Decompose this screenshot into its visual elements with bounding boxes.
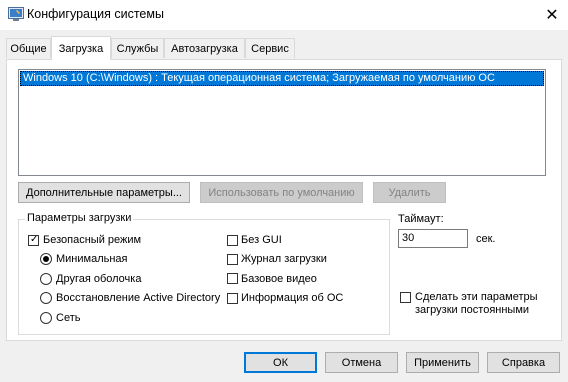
tab-tools[interactable]: Сервис bbox=[245, 38, 295, 58]
base-video-checkbox[interactable] bbox=[227, 273, 238, 284]
set-default-button[interactable]: Использовать по умолчанию bbox=[200, 182, 363, 203]
radio-alternate-shell[interactable] bbox=[40, 273, 52, 285]
radio-minimal-label: Минимальная bbox=[56, 253, 128, 265]
system-config-app-icon bbox=[8, 7, 24, 22]
timeout-input[interactable]: 30 bbox=[398, 229, 468, 248]
tab-general[interactable]: Общие bbox=[6, 38, 51, 58]
radio-ad-repair-label: Восстановление Active Directory bbox=[56, 292, 221, 304]
safe-boot-checkbox[interactable]: ✓ bbox=[28, 235, 39, 246]
timeout-unit: сек. bbox=[476, 233, 496, 245]
no-gui-checkbox[interactable] bbox=[227, 235, 238, 246]
make-permanent-label-line2: загрузки постоянными bbox=[415, 304, 530, 316]
checkmark-icon: ✓ bbox=[30, 234, 39, 245]
help-button[interactable]: Справка bbox=[487, 352, 560, 373]
ok-button[interactable]: ОК bbox=[244, 352, 317, 373]
apply-button[interactable]: Применить bbox=[406, 352, 479, 373]
window-title: Конфигурация системы bbox=[27, 7, 164, 21]
no-gui-label: Без GUI bbox=[241, 234, 282, 246]
cancel-button[interactable]: Отмена bbox=[325, 352, 398, 373]
make-permanent-label-line1: Сделать эти параметры bbox=[415, 291, 538, 303]
tab-startup[interactable]: Автозагрузка bbox=[164, 38, 245, 58]
radio-minimal[interactable] bbox=[40, 253, 52, 265]
radio-network-label: Сеть bbox=[56, 312, 81, 324]
boot-log-label: Журнал загрузки bbox=[241, 253, 327, 265]
make-permanent-checkbox[interactable] bbox=[400, 292, 411, 303]
close-icon[interactable]: ✕ bbox=[536, 0, 568, 30]
radio-ad-repair[interactable] bbox=[40, 292, 52, 304]
os-boot-info-checkbox[interactable] bbox=[227, 293, 238, 304]
os-boot-info-label: Информация об ОС bbox=[241, 292, 344, 304]
radio-alternate-shell-label: Другая оболочка bbox=[56, 273, 142, 285]
os-list-item[interactable]: Windows 10 (C:\Windows) : Текущая операц… bbox=[20, 71, 544, 86]
boot-options-group-label: Параметры загрузки bbox=[25, 212, 134, 224]
advanced-options-button[interactable]: Дополнительные параметры... bbox=[18, 182, 190, 203]
timeout-label: Таймаут: bbox=[398, 213, 444, 225]
safe-boot-label: Безопасный режим bbox=[43, 234, 142, 246]
boot-log-checkbox[interactable] bbox=[227, 254, 238, 265]
tab-boot[interactable]: Загрузка bbox=[51, 36, 111, 60]
radio-network[interactable] bbox=[40, 312, 52, 324]
base-video-label: Базовое видео bbox=[241, 273, 317, 285]
delete-button[interactable]: Удалить bbox=[373, 182, 446, 203]
tab-services[interactable]: Службы bbox=[111, 38, 164, 58]
